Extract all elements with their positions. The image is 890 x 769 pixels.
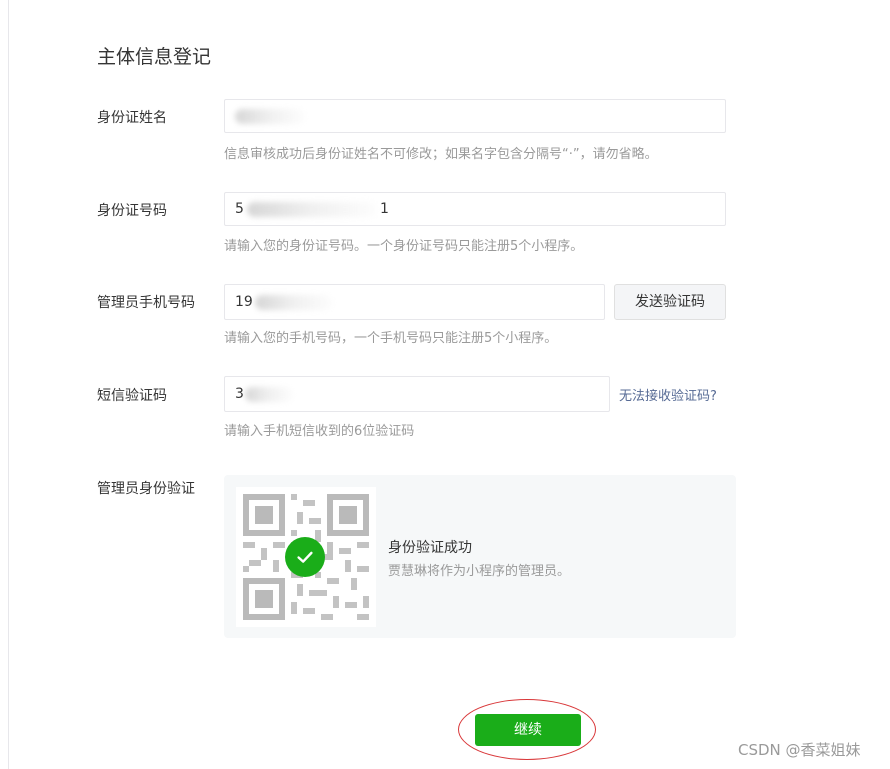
phone-hint: 请输入您的手机号码，一个手机号码只能注册5个小程序。 — [224, 331, 558, 346]
verify-status-title: 身份验证成功 — [388, 540, 472, 556]
cannot-receive-code-link[interactable]: 无法接收验证码? — [619, 385, 717, 404]
redaction-blur — [247, 202, 377, 217]
phone-value: 19 — [235, 294, 253, 310]
name-hint: 信息审核成功后身份证姓名不可修改；如果名字包含分隔号“·”，请勿省略。 — [224, 147, 658, 162]
id-number-hint: 请输入您的身份证号码。一个身份证号码只能注册5个小程序。 — [224, 239, 584, 254]
highlight-ellipse — [458, 699, 596, 760]
id-number-value-tail: 1 — [380, 201, 389, 217]
send-code-button[interactable]: 发送验证码 — [614, 284, 726, 320]
success-check-icon — [285, 537, 325, 577]
left-divider — [8, 0, 9, 769]
page-title: 主体信息登记 — [97, 46, 212, 68]
redaction-blur — [245, 387, 293, 402]
sms-code-hint: 请输入手机短信收到的6位验证码 — [224, 424, 415, 439]
id-number-label: 身份证号码 — [97, 203, 167, 219]
registration-page: 主体信息登记 身份证姓名 信息审核成功后身份证姓名不可修改；如果名字包含分隔号“… — [0, 0, 890, 769]
checkmark-icon — [297, 551, 313, 563]
admin-verify-panel: 身份验证成功 贾慧琳将作为小程序的管理员。 — [224, 475, 736, 638]
sms-code-label: 短信验证码 — [97, 388, 167, 404]
name-label: 身份证姓名 — [97, 110, 167, 126]
redaction-blur — [255, 295, 333, 310]
phone-input[interactable]: 19 — [224, 284, 605, 320]
watermark: CSDN @香菜姐妹 — [738, 741, 861, 759]
phone-label: 管理员手机号码 — [97, 295, 195, 311]
admin-verify-label: 管理员身份验证 — [97, 481, 195, 497]
redaction-blur — [235, 109, 305, 124]
qr-code — [236, 487, 376, 627]
sms-code-input[interactable]: 3 — [224, 376, 610, 412]
id-number-input[interactable]: 5 1 — [224, 192, 726, 226]
verify-status-description: 贾慧琳将作为小程序的管理员。 — [388, 564, 571, 579]
sms-code-value: 3 — [235, 386, 244, 402]
name-input[interactable] — [224, 99, 726, 133]
id-number-value: 5 — [235, 201, 244, 217]
